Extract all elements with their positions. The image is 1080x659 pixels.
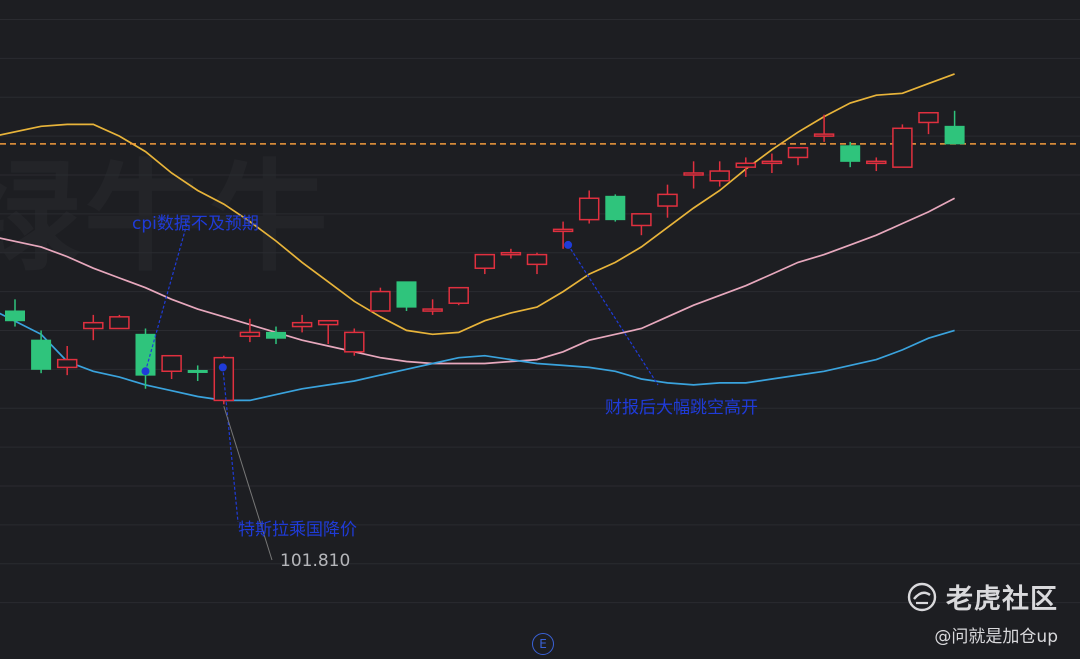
candle-body <box>266 331 286 339</box>
candle <box>135 328 156 389</box>
candle <box>422 299 443 315</box>
candle <box>892 124 913 168</box>
candle-body <box>187 369 208 373</box>
annotation-cpi: cpi数据不及预期 <box>132 214 259 234</box>
annotation-tesla: 特斯拉乘国降价 <box>238 520 357 540</box>
candle <box>83 314 104 341</box>
candle-body <box>161 354 182 373</box>
candle-body <box>787 146 809 159</box>
candle-body <box>709 170 730 182</box>
candle <box>266 326 286 345</box>
candle-body <box>813 133 835 137</box>
chart-plot[interactable] <box>0 0 1080 659</box>
candle <box>396 281 417 311</box>
candle-body <box>892 127 913 168</box>
candle <box>448 286 469 306</box>
watermark-logo: 老虎社区 <box>906 577 1058 616</box>
event-marker-icon[interactable]: E <box>532 633 554 655</box>
candle <box>31 330 52 374</box>
watermark-brand: 老虎社区 <box>946 584 1058 615</box>
candle <box>631 213 652 236</box>
candle <box>526 252 548 275</box>
candle <box>317 319 339 345</box>
candle-body <box>291 321 313 328</box>
candle-body <box>474 253 496 269</box>
candle <box>291 314 313 333</box>
candle-body <box>5 310 25 322</box>
cpi-pointer-leader <box>144 219 189 372</box>
candle-body <box>448 286 469 304</box>
candle <box>56 345 78 376</box>
candle-body <box>944 125 965 145</box>
candle <box>5 299 25 327</box>
candle-body <box>526 253 548 266</box>
candle-body <box>918 111 939 124</box>
tesla-pointer-dot <box>218 363 227 372</box>
candle-body <box>552 228 574 233</box>
candle <box>761 153 783 173</box>
earnings-pointer-leader <box>567 244 659 386</box>
chart-root: 绿牛牛 cpi数据不及预期 特斯拉乘国降价 财报后大幅跳空高开 101.810 … <box>0 0 1080 659</box>
candle-body <box>56 358 78 369</box>
candle <box>474 253 496 275</box>
candle-body <box>605 195 626 221</box>
candle-body <box>83 321 104 330</box>
candle <box>370 287 391 312</box>
candle-body <box>631 213 652 227</box>
candle-body <box>396 281 417 308</box>
candle <box>918 111 939 135</box>
candle-body <box>500 251 522 256</box>
annotation-earnings: 财报后大幅跳空高开 <box>605 398 758 418</box>
candle-body <box>657 193 678 207</box>
candle <box>344 328 365 356</box>
candle <box>500 248 522 259</box>
candle <box>813 114 835 142</box>
candle-body <box>578 197 600 221</box>
candle-body <box>344 331 365 353</box>
candle <box>866 157 887 172</box>
candle <box>578 190 600 224</box>
earnings-pointer-dot <box>564 240 573 249</box>
candle <box>944 110 965 145</box>
cpi-pointer-dot <box>141 367 150 376</box>
candle <box>109 314 130 330</box>
candle-body <box>370 290 391 312</box>
candle <box>657 184 678 218</box>
candle <box>683 161 704 189</box>
watermark-user: @问就是加仓up <box>934 627 1058 647</box>
candle-body <box>840 145 861 162</box>
candle <box>787 146 809 166</box>
candle <box>605 194 626 222</box>
candle-body <box>317 319 339 326</box>
candle-body <box>683 172 704 176</box>
candle <box>187 365 208 381</box>
candle-body <box>31 339 52 370</box>
tiger-logo-icon <box>907 582 937 611</box>
candle-body <box>866 160 887 165</box>
candle-body <box>422 308 443 312</box>
candle <box>840 141 861 168</box>
upper_band-line <box>0 73 955 336</box>
candle-body <box>761 160 783 165</box>
candle <box>161 354 182 380</box>
candle-body <box>239 331 261 338</box>
candle-body <box>109 316 130 330</box>
price-low-label: 101.810 <box>280 551 351 571</box>
candle <box>709 161 730 187</box>
candle-body <box>735 162 757 168</box>
